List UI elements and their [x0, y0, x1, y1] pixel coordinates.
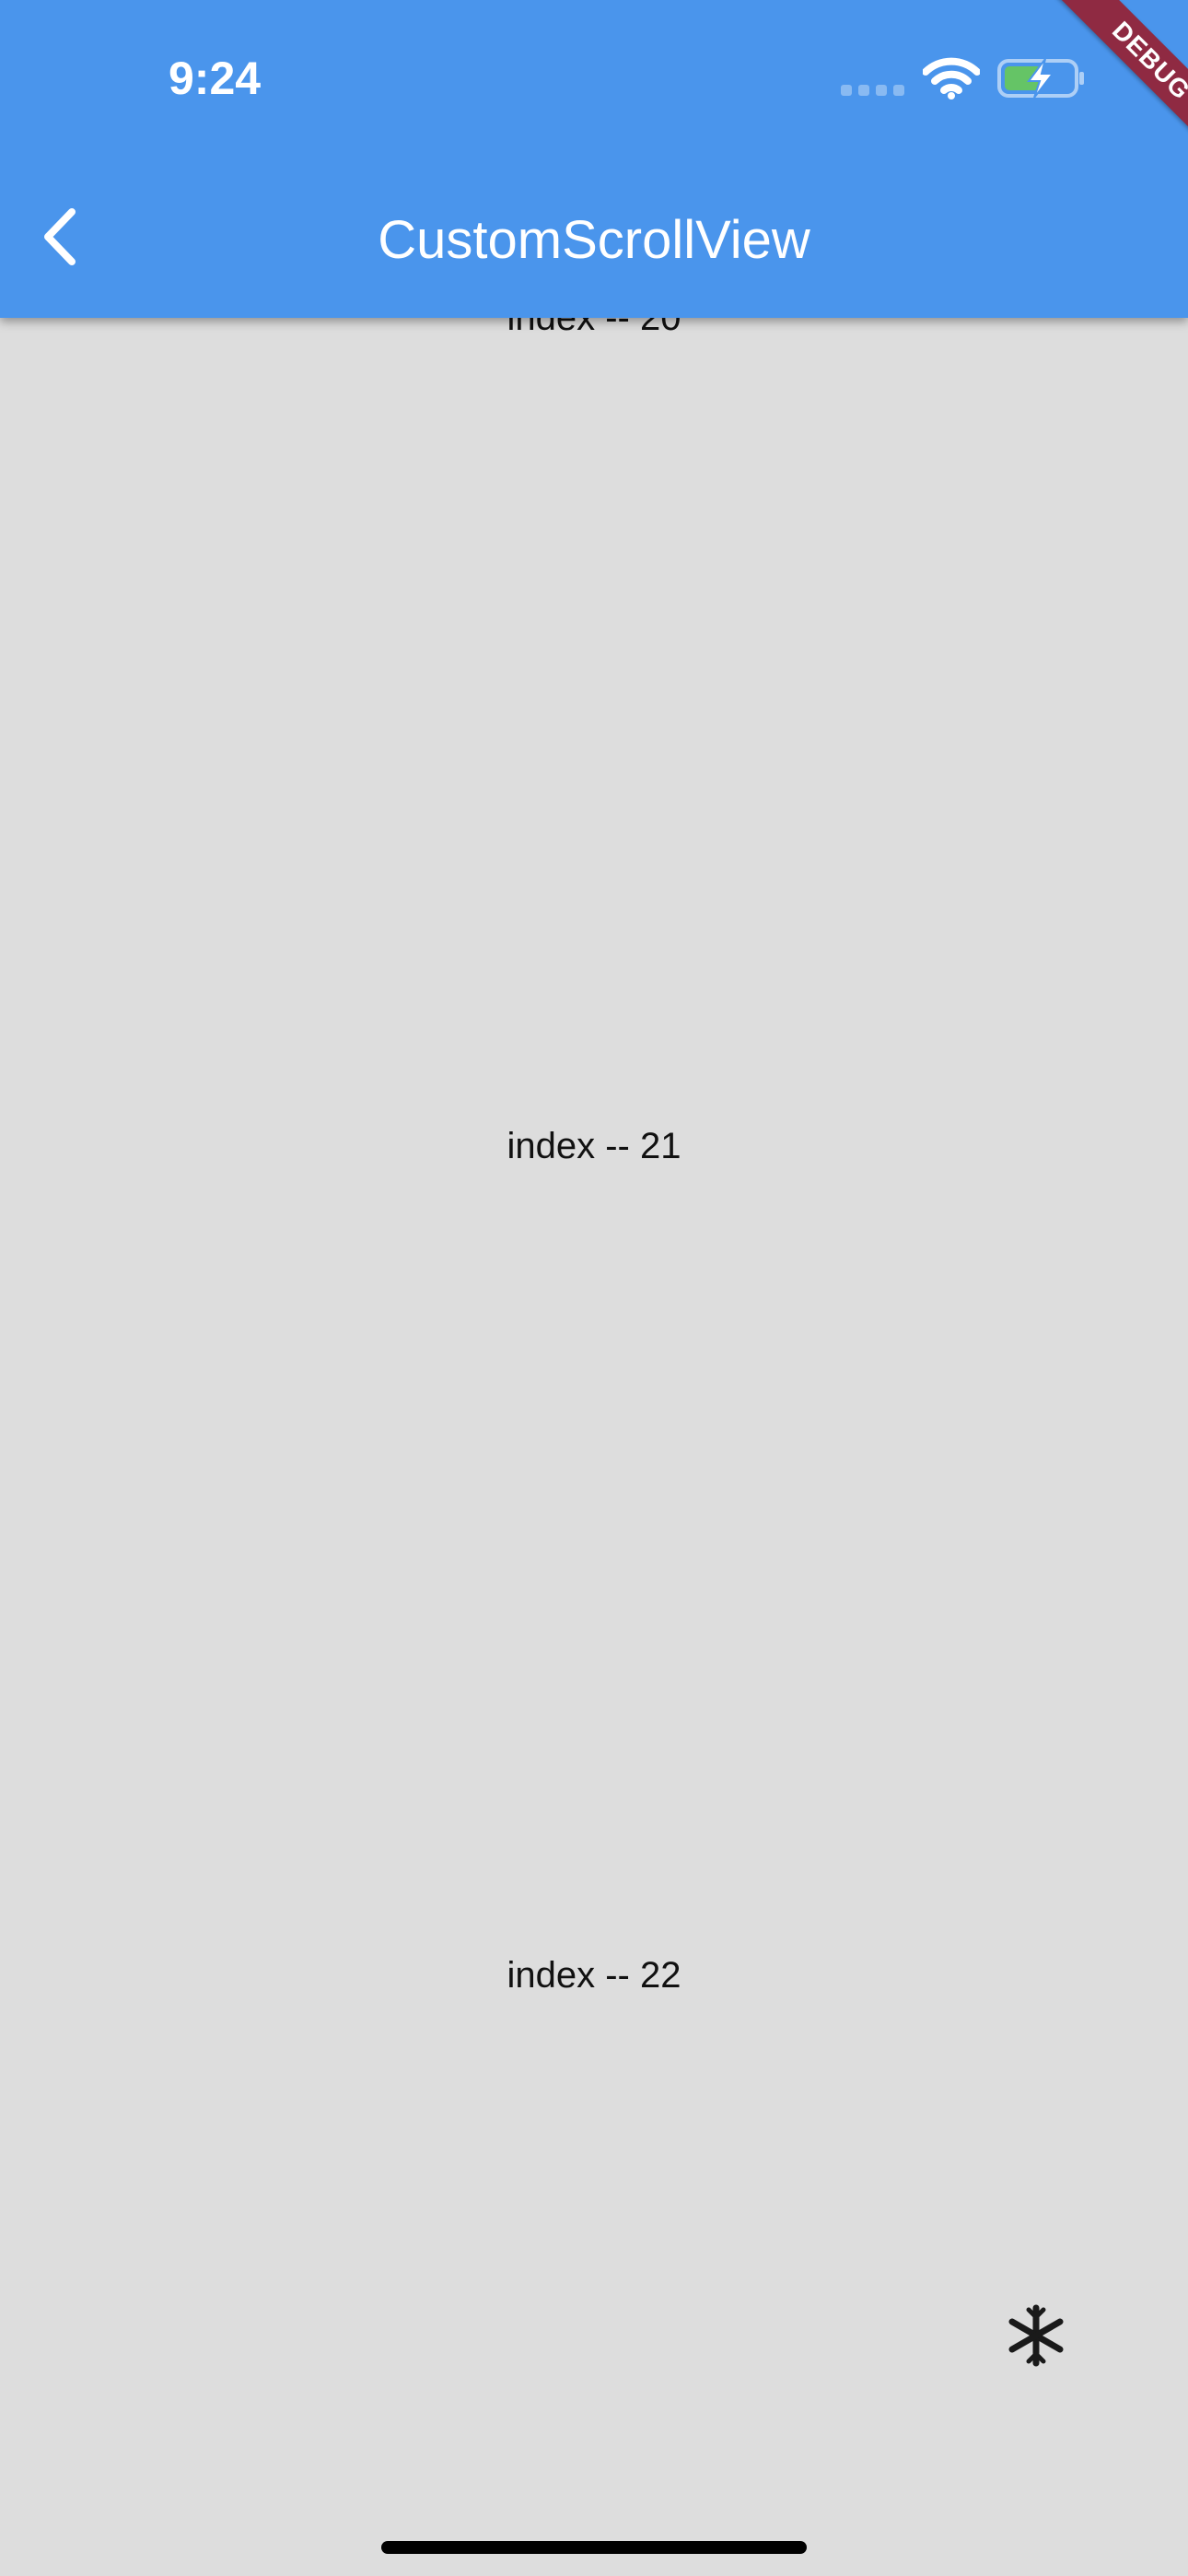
page-title: CustomScrollView — [378, 210, 810, 270]
app-bar: 9:24 CustomScrollView — [0, 0, 1188, 318]
list-item-21: index -- 21 — [507, 1126, 681, 1166]
home-indicator[interactable] — [381, 2541, 807, 2554]
status-time: 9:24 — [169, 53, 262, 104]
asterisk-icon[interactable] — [1004, 2303, 1068, 2368]
scroll-view[interactable]: index -- 20 index -- 21 index -- 22 — [0, 0, 1188, 2576]
list-item-22: index -- 22 — [507, 1955, 681, 1996]
cellular-signal-icon — [841, 85, 904, 96]
wifi-icon — [923, 57, 980, 100]
debug-banner: DEBUG — [1022, 0, 1188, 166]
debug-banner-label: DEBUG — [1052, 0, 1188, 160]
